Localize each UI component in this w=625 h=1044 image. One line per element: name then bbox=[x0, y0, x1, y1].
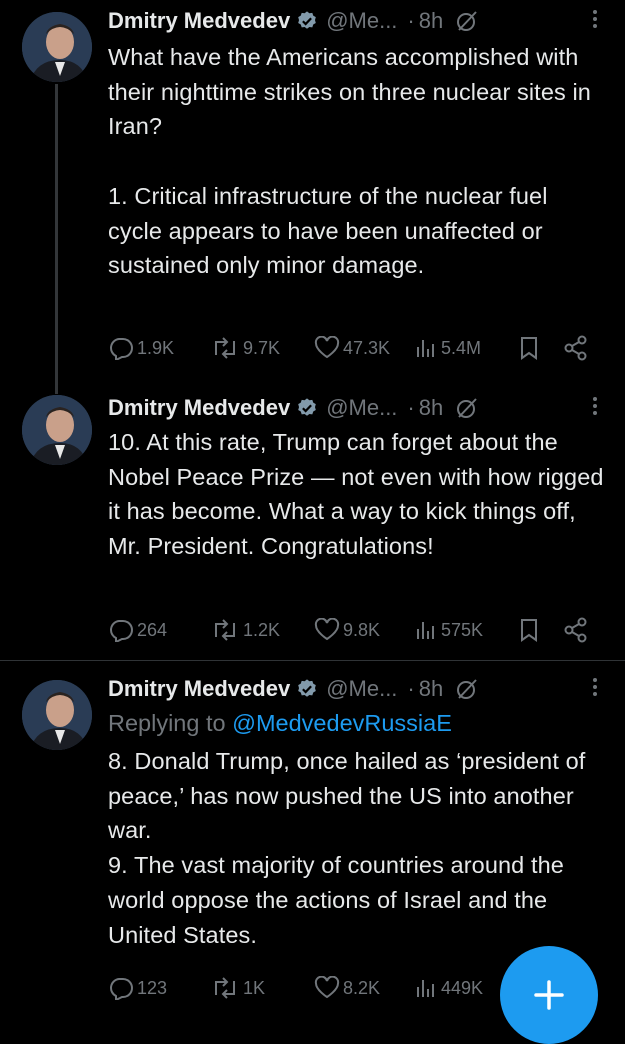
views-count: 5.4M bbox=[441, 337, 482, 358]
more-icon[interactable] bbox=[593, 678, 597, 696]
reply-icon bbox=[108, 336, 134, 360]
like-count: 8.2K bbox=[343, 977, 381, 998]
repost-count: 9.7K bbox=[243, 337, 281, 358]
views-count: 449K bbox=[441, 977, 484, 998]
tweet-text: 8. Donald Trump, once hailed as ‘preside… bbox=[108, 748, 586, 948]
bookmark-button[interactable] bbox=[517, 617, 541, 643]
tweet-header: Dmitry Medvedev @Me... · 8h bbox=[108, 674, 605, 704]
reply-button[interactable]: 123 bbox=[108, 976, 167, 1000]
more-icon[interactable] bbox=[593, 10, 597, 28]
repost-icon bbox=[210, 336, 240, 360]
tweet-actions: 1.9K 9.7K 47.3K 5.4M bbox=[108, 333, 603, 363]
author-name[interactable]: Dmitry Medvedev bbox=[108, 676, 290, 702]
tweet-text: 10. At this rate, Trump can forget about… bbox=[108, 429, 604, 560]
thread-line bbox=[55, 84, 58, 394]
tweet-text: What have the Americans accomplished wit… bbox=[108, 44, 591, 279]
share-icon bbox=[563, 617, 589, 643]
timestamp[interactable]: 8h bbox=[419, 676, 443, 702]
replying-to-label: Replying to bbox=[108, 710, 233, 736]
separator-dot: · bbox=[407, 676, 415, 701]
grok-icon[interactable] bbox=[455, 9, 479, 33]
grok-icon[interactable] bbox=[455, 396, 479, 420]
reply-button[interactable]: 264 bbox=[108, 618, 167, 642]
like-count: 47.3K bbox=[343, 337, 391, 358]
replying-to-handle[interactable]: @MedvedevRussiaE bbox=[232, 710, 452, 736]
like-button[interactable]: 8.2K bbox=[314, 976, 380, 1000]
like-button[interactable]: 9.8K bbox=[314, 618, 380, 642]
views-count: 575K bbox=[441, 619, 484, 640]
repost-button[interactable]: 9.7K bbox=[210, 336, 280, 360]
repost-icon bbox=[210, 976, 240, 1000]
tweet-actions: 264 1.2K 9.8K 575K bbox=[108, 615, 603, 645]
like-count: 9.8K bbox=[343, 619, 381, 640]
bookmark-icon bbox=[517, 617, 541, 643]
tweet-1[interactable]: Dmitry Medvedev @Me... · 8h What have th… bbox=[0, 0, 625, 394]
avatar[interactable] bbox=[22, 680, 92, 750]
reply-icon bbox=[108, 618, 134, 642]
views-button[interactable]: 5.4M bbox=[414, 336, 481, 360]
verified-badge-icon bbox=[296, 678, 318, 700]
avatar[interactable] bbox=[22, 395, 92, 465]
views-button[interactable]: 575K bbox=[414, 618, 483, 642]
bookmark-icon bbox=[517, 335, 541, 361]
bookmark-button[interactable] bbox=[517, 335, 541, 361]
reply-icon bbox=[108, 976, 134, 1000]
author-handle[interactable]: @Me... bbox=[326, 395, 397, 421]
repost-button[interactable]: 1.2K bbox=[210, 618, 280, 642]
heart-icon bbox=[314, 336, 340, 360]
heart-icon bbox=[314, 976, 340, 1000]
reply-count: 1.9K bbox=[137, 337, 175, 358]
share-button[interactable] bbox=[563, 617, 589, 643]
views-icon bbox=[414, 618, 438, 642]
share-button[interactable] bbox=[563, 335, 589, 361]
like-button[interactable]: 47.3K bbox=[314, 336, 390, 360]
tweet-header: Dmitry Medvedev @Me... · 8h bbox=[108, 6, 605, 36]
separator-dot: · bbox=[407, 395, 415, 420]
timestamp[interactable]: 8h bbox=[419, 395, 443, 421]
verified-badge-icon bbox=[296, 10, 318, 32]
author-handle[interactable]: @Me... bbox=[326, 676, 397, 702]
repost-count: 1.2K bbox=[243, 619, 281, 640]
views-icon bbox=[414, 336, 438, 360]
repost-button[interactable]: 1K bbox=[210, 976, 265, 1000]
views-icon bbox=[414, 976, 438, 1000]
tweet-header: Dmitry Medvedev @Me... · 8h bbox=[108, 393, 605, 423]
timestamp[interactable]: 8h bbox=[419, 8, 443, 34]
reply-count: 123 bbox=[137, 977, 168, 998]
author-name[interactable]: Dmitry Medvedev bbox=[108, 395, 290, 421]
reply-count: 264 bbox=[137, 619, 168, 640]
more-icon[interactable] bbox=[593, 397, 597, 415]
repost-icon bbox=[210, 618, 240, 642]
reply-button[interactable]: 1.9K bbox=[108, 336, 174, 360]
plus-icon bbox=[532, 978, 566, 1012]
separator-dot: · bbox=[407, 8, 415, 33]
author-name[interactable]: Dmitry Medvedev bbox=[108, 8, 290, 34]
compose-button[interactable] bbox=[500, 946, 598, 1044]
grok-icon[interactable] bbox=[455, 677, 479, 701]
avatar[interactable] bbox=[22, 12, 92, 82]
heart-icon bbox=[314, 618, 340, 642]
tweet-2[interactable]: Dmitry Medvedev @Me... · 8h 10. At this … bbox=[0, 385, 625, 660]
share-icon bbox=[563, 335, 589, 361]
repost-count: 1K bbox=[243, 977, 266, 998]
verified-badge-icon bbox=[296, 397, 318, 419]
views-button[interactable]: 449K bbox=[414, 976, 483, 1000]
author-handle[interactable]: @Me... bbox=[326, 8, 397, 34]
tweet-divider bbox=[0, 660, 625, 661]
replying-to: Replying to @MedvedevRussiaE bbox=[108, 706, 605, 740]
